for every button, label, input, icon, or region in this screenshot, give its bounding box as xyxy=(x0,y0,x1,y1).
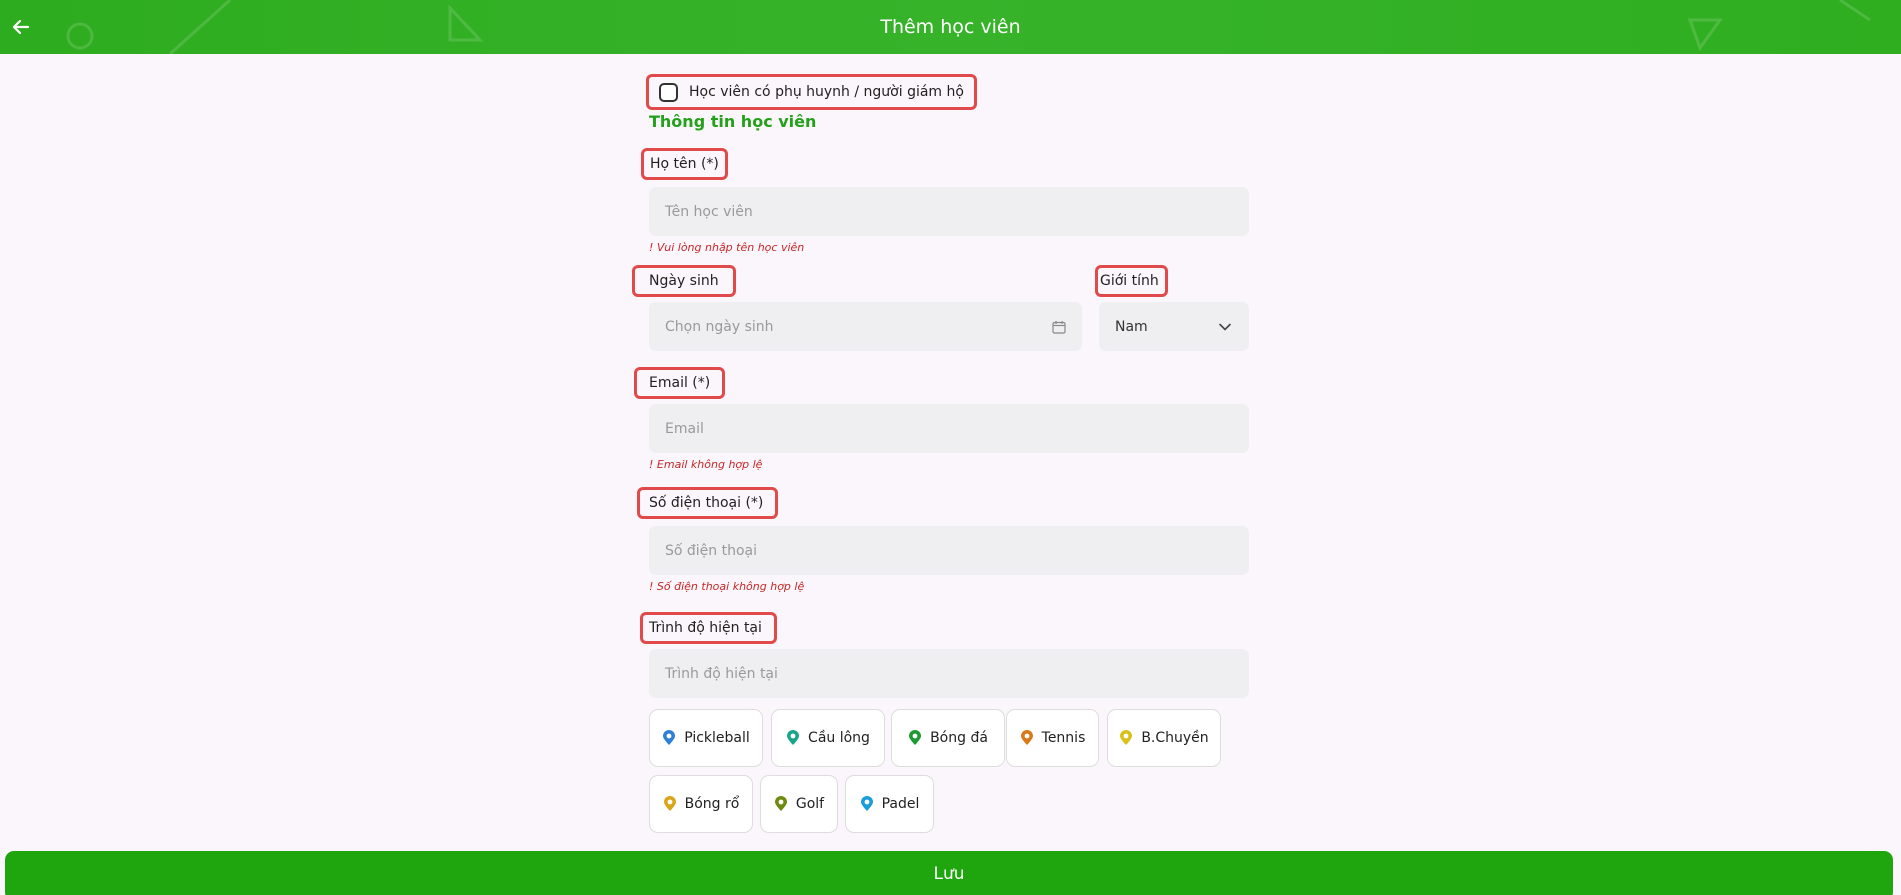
gender-value: Nam xyxy=(1115,318,1148,335)
padel-icon xyxy=(860,796,873,811)
phone-label: Số điện thoại (*) xyxy=(636,487,779,519)
phone-input[interactable]: Số điện thoại xyxy=(649,526,1249,575)
page-title: Thêm học viên xyxy=(880,16,1021,38)
sport-chip-label: Golf xyxy=(795,796,825,812)
level-input[interactable]: Trình độ hiện tại xyxy=(649,649,1249,698)
birthday-label: Ngày sinh xyxy=(632,265,736,297)
birthday-input[interactable]: Chọn ngày sinh xyxy=(649,302,1082,351)
sport-chip-label: Pickleball xyxy=(684,730,750,746)
email-error: ! Email không hợp lệ xyxy=(649,458,763,471)
name-label: Họ tên (*) xyxy=(641,148,728,180)
email-input[interactable]: Email xyxy=(649,404,1249,453)
sport-chip-pickleball[interactable]: Pickleball xyxy=(649,709,763,767)
email-label: Email (*) xyxy=(633,367,726,399)
name-error: ! Vui lòng nhập tên học viên xyxy=(649,241,805,254)
sport-chip-badminton[interactable]: Cầu lông xyxy=(771,709,885,767)
volleyball-icon xyxy=(1120,730,1133,745)
guardian-checkbox-label: Học viên có phụ huynh / người giám hộ xyxy=(689,84,964,100)
sport-chip-volleyball[interactable]: B.Chuyền xyxy=(1107,709,1221,767)
sport-chip-padel[interactable]: Padel xyxy=(845,775,934,833)
golf-icon xyxy=(774,796,787,811)
sport-chip-label: Tennis xyxy=(1041,730,1086,746)
tennis-icon xyxy=(1020,730,1033,745)
basketball-icon xyxy=(663,796,676,811)
sport-chip-label: Padel xyxy=(881,796,920,812)
chevron-down-icon xyxy=(1219,323,1231,331)
badminton-icon xyxy=(787,730,800,745)
sport-chip-football[interactable]: Bóng đá xyxy=(891,709,1005,767)
gender-select[interactable]: Nam xyxy=(1099,302,1249,351)
sport-chip-label: Bóng rổ xyxy=(684,796,740,812)
sport-chip-label: B.Chuyền xyxy=(1141,730,1209,746)
level-label: Trình độ hiện tại xyxy=(640,612,777,644)
phone-error: ! Số điện thoại không hợp lệ xyxy=(649,580,805,593)
save-button[interactable]: Lưu xyxy=(5,851,1893,895)
app-header: Thêm học viên xyxy=(0,0,1901,54)
football-icon xyxy=(909,730,922,745)
name-input[interactable]: Tên học viên xyxy=(649,187,1249,236)
birthday-placeholder: Chọn ngày sinh xyxy=(665,318,774,335)
guardian-checkbox-row[interactable]: Học viên có phụ huynh / người giám hộ xyxy=(646,74,977,110)
section-title: Thông tin học viên xyxy=(649,112,817,131)
save-button-label: Lưu xyxy=(933,864,965,884)
sport-chip-label: Cầu lông xyxy=(808,730,870,746)
gender-label: Giới tính xyxy=(1095,265,1168,297)
sport-chip-golf[interactable]: Golf xyxy=(760,775,838,833)
calendar-icon xyxy=(1052,320,1066,334)
sport-chip-label: Bóng đá xyxy=(930,730,988,746)
pickleball-icon xyxy=(663,730,676,745)
guardian-checkbox[interactable] xyxy=(659,82,678,102)
sport-chip-tennis[interactable]: Tennis xyxy=(1006,709,1099,767)
sport-chip-basketball[interactable]: Bóng rổ xyxy=(649,775,753,833)
